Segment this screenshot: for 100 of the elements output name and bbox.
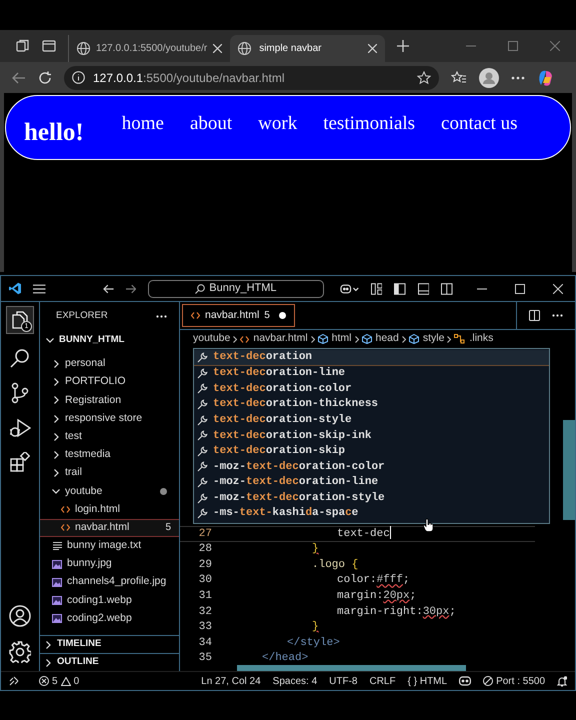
suggestion-item[interactable]: -moz-text-decoration-line: [194, 474, 549, 490]
suggestion-item[interactable]: -ms-text-kashida-space: [194, 506, 549, 522]
breadcrumb-item[interactable]: .links: [454, 331, 494, 347]
breadcrumb-item[interactable]: style: [408, 331, 444, 347]
new-tab-icon[interactable]: [397, 40, 410, 52]
forward-icon[interactable]: [126, 284, 136, 294]
folder-header[interactable]: BUNNY_HTML: [40, 330, 179, 350]
nav-link[interactable]: home: [122, 110, 164, 138]
tree-item[interactable]: PORTFOLIO: [40, 373, 179, 392]
status-item[interactable]: { } HTML: [408, 674, 448, 688]
suggestion-item[interactable]: text-decoration-skip: [194, 444, 549, 460]
profile-avatar-icon[interactable]: [479, 68, 499, 88]
suggestion-item[interactable]: -moz-text-decoration-color: [194, 459, 549, 475]
tree-item[interactable]: personal: [40, 355, 179, 374]
command-center-search[interactable]: Bunny_HTML: [148, 280, 324, 298]
more-actions-icon[interactable]: [156, 314, 167, 318]
favorite-star-icon[interactable]: [417, 70, 431, 84]
html-file-icon: [240, 336, 250, 342]
minimize-icon[interactable]: [477, 288, 487, 290]
status-item[interactable]: UTF-8: [329, 674, 358, 688]
code-token: ;: [403, 573, 410, 588]
copilot-icon[interactable]: [340, 282, 359, 294]
line-number: 33: [198, 620, 213, 636]
tree-item[interactable]: Registration: [40, 391, 179, 410]
close-icon[interactable]: [553, 284, 563, 294]
breadcrumb-item[interactable]: html: [318, 331, 352, 347]
account-icon[interactable]: [9, 605, 31, 627]
toggle-sidebar-icon[interactable]: [394, 282, 406, 294]
tab-actions-icon[interactable]: [42, 39, 56, 53]
suggestion-item[interactable]: -moz-text-decoration-style: [194, 490, 549, 506]
nav-link[interactable]: testimonials: [323, 110, 416, 138]
suggestion-item[interactable]: text-decoration-line: [194, 366, 549, 382]
code-token: text-dec: [337, 526, 390, 542]
menu-icon[interactable]: [33, 284, 46, 294]
nav-link[interactable]: work: [258, 110, 298, 138]
more-actions-icon[interactable]: [552, 314, 563, 317]
tree-item[interactable]: testmedia: [40, 446, 179, 464]
workspaces-icon[interactable]: [16, 39, 30, 53]
tree-item[interactable]: coding1.webp: [40, 591, 179, 610]
address-bar[interactable]: 127.0.0.1:5500/youtube/navbar.html: [64, 66, 439, 90]
maximize-icon[interactable]: [515, 284, 525, 294]
suggestion-item[interactable]: text-decoration-thickness: [194, 396, 549, 412]
breadcrumb-item[interactable]: head: [362, 331, 399, 347]
chevron-right-icon: [447, 336, 452, 342]
suggestion-item[interactable]: text-decoration-skip-ink: [194, 428, 549, 444]
breadcrumb-item[interactable]: youtube: [193, 331, 230, 347]
nav-link[interactable]: contact us: [441, 110, 518, 138]
wrench-icon: [197, 461, 208, 472]
tree-item[interactable]: responsive store: [40, 410, 179, 428]
tree-item[interactable]: channels4_profile.jpg: [40, 573, 179, 592]
section-header[interactable]: TIMELINE: [40, 635, 179, 653]
copilot-icon[interactable]: [537, 68, 555, 86]
close-tab-icon[interactable]: [213, 44, 222, 53]
browser-tab[interactable]: simple navbar: [230, 35, 386, 62]
toggle-secondary-sidebar-icon[interactable]: [441, 282, 453, 294]
refresh-icon[interactable]: [38, 70, 52, 84]
extensions-icon[interactable]: [10, 452, 30, 472]
tree-item[interactable]: trail: [40, 464, 179, 482]
settings-icon[interactable]: [9, 641, 31, 663]
tree-item[interactable]: bunny.jpg: [40, 555, 179, 574]
vertical-scrollbar-thumb[interactable]: [563, 420, 575, 520]
horizontal-scrollbar-thumb[interactable]: [237, 665, 466, 671]
vscode-logo-icon: [9, 282, 22, 295]
copilot-icon[interactable]: [459, 676, 472, 686]
live-server-status[interactable]: Port : 5500: [483, 674, 545, 688]
code-token: {: [350, 558, 358, 573]
suggestion-item[interactable]: text-decoration-style: [194, 412, 549, 428]
nav-link[interactable]: about: [190, 110, 232, 138]
more-icon[interactable]: [511, 76, 525, 80]
tree-item[interactable]: test: [40, 428, 179, 446]
breadcrumb-item[interactable]: navbar.html: [240, 331, 308, 347]
code-token: margin-right:: [337, 604, 423, 620]
wrench-icon: [197, 414, 208, 426]
problems-indicator[interactable]: 5 0: [39, 674, 80, 688]
remote-icon[interactable]: [9, 676, 19, 686]
code-token: }: [312, 620, 319, 636]
split-editor-icon[interactable]: [529, 310, 540, 321]
toggle-panel-icon[interactable]: [418, 282, 430, 294]
back-icon[interactable]: [102, 284, 114, 294]
suggestion-item[interactable]: text-decoration: [194, 350, 549, 366]
source-control-icon[interactable]: [11, 382, 29, 404]
info-icon[interactable]: [72, 71, 85, 84]
tree-item[interactable]: navbar.html 5: [40, 518, 179, 537]
run-debug-icon[interactable]: [9, 418, 31, 438]
editor-tab[interactable]: navbar.html 5: [182, 304, 295, 327]
status-item[interactable]: Spaces: 4: [272, 674, 318, 688]
status-item[interactable]: CRLF: [369, 674, 396, 688]
favorites-icon[interactable]: [451, 70, 467, 84]
section-header[interactable]: OUTLINE: [40, 653, 179, 671]
search-icon[interactable]: [10, 348, 30, 368]
close-tab-icon[interactable]: [368, 44, 378, 53]
status-item[interactable]: Ln 27, Col 24: [201, 674, 261, 688]
notification-bell-icon[interactable]: [557, 676, 567, 686]
tree-item[interactable]: bunny image.txt: [40, 536, 179, 556]
error-icon: [39, 676, 49, 686]
tree-item[interactable]: youtube: [40, 482, 179, 500]
layout-customize-icon[interactable]: [370, 282, 382, 294]
tree-item[interactable]: login.html: [40, 500, 179, 519]
suggestion-item[interactable]: text-decoration-color: [194, 381, 549, 397]
tree-item[interactable]: coding2.webp: [40, 610, 179, 628]
